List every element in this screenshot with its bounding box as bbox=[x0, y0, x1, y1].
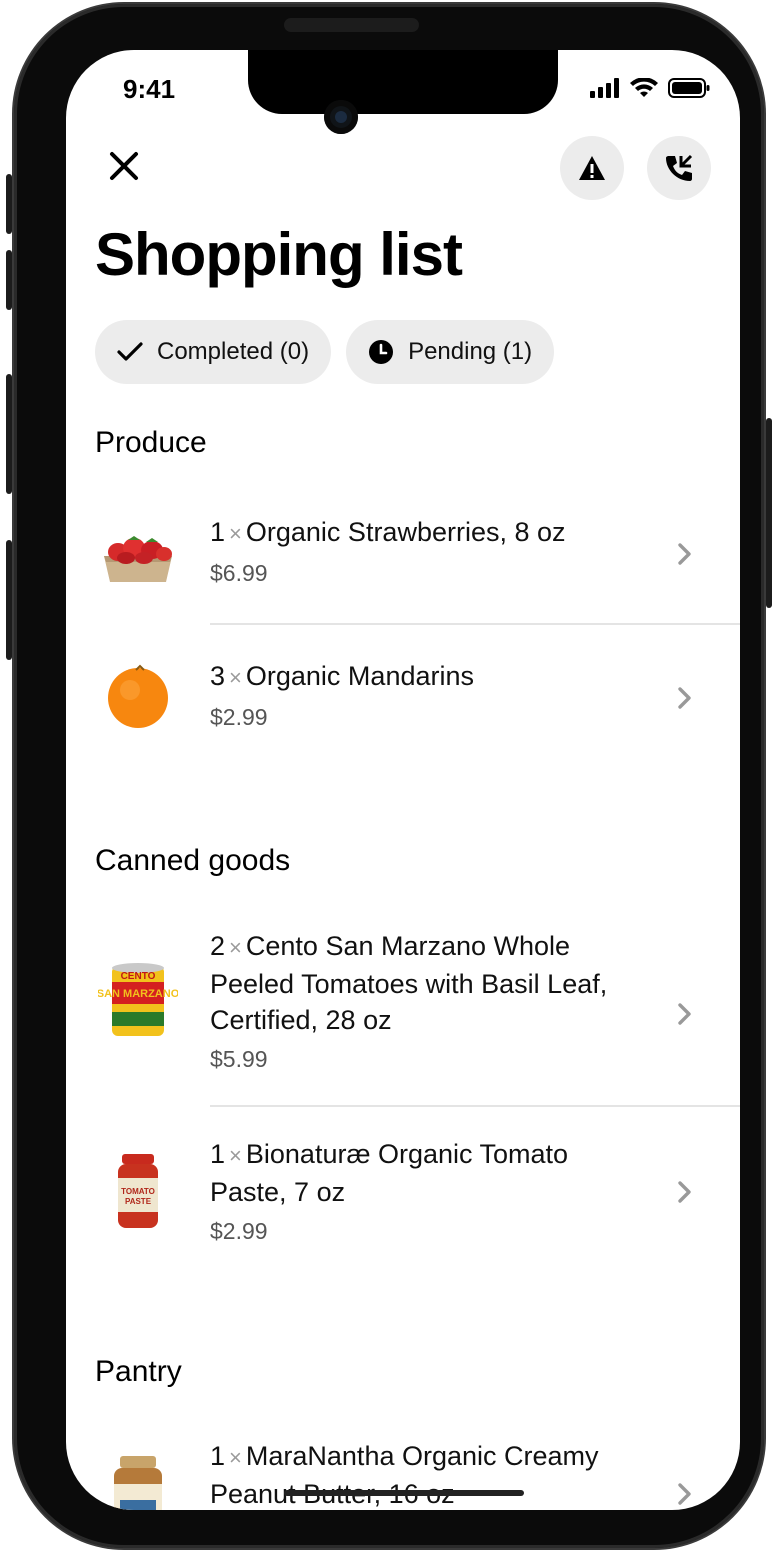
svg-text:CENTO: CENTO bbox=[121, 971, 156, 982]
item-name: Organic Mandarins bbox=[245, 661, 474, 691]
notch bbox=[248, 50, 558, 114]
list-item[interactable]: 1×MaraNantha Organic Creamy Peanut Butte… bbox=[66, 1424, 740, 1510]
quantity-separator: × bbox=[229, 665, 242, 690]
item-quantity: 3 bbox=[210, 661, 226, 691]
item-name: Organic Strawberries, 8 oz bbox=[245, 517, 566, 547]
list-item[interactable]: TOMATO PASTE 1 × Bionaturæ Organic Tomato … bbox=[66, 1122, 740, 1262]
quantity-separator: × bbox=[229, 935, 242, 960]
chevron-right-icon bbox=[678, 1003, 691, 1025]
battery-icon bbox=[668, 78, 710, 98]
phone-frame: 9:41 Shopping list Completed (0) Pending… bbox=[6, 4, 772, 1548]
list-divider bbox=[210, 1105, 740, 1107]
quantity-separator: × bbox=[229, 521, 242, 546]
section-title-pantry: Pantry bbox=[95, 1355, 182, 1388]
item-name: MaraNantha Organic Creamy Peanut Butter,… bbox=[210, 1441, 599, 1509]
home-indicator[interactable] bbox=[284, 1490, 524, 1496]
status-filter-chips: Completed (0) Pending (1) bbox=[95, 320, 555, 384]
strawberries-thumbnail bbox=[104, 536, 172, 582]
completed-filter-chip[interactable]: Completed (0) bbox=[95, 320, 332, 384]
close-icon[interactable] bbox=[106, 148, 142, 184]
section-title-produce: Produce bbox=[95, 426, 207, 459]
call-button[interactable] bbox=[647, 136, 711, 200]
svg-text:SAN MARZANO: SAN MARZANO bbox=[98, 988, 178, 1000]
cellular-signal-icon bbox=[590, 78, 619, 98]
chevron-right-icon bbox=[678, 687, 691, 709]
list-item[interactable]: 3 × Organic Mandarins $2.99 bbox=[66, 640, 740, 768]
item-price: $5.99 bbox=[210, 1046, 268, 1072]
warning-icon bbox=[579, 156, 605, 180]
list-item[interactable]: SAN MARZANO CENTO 2 × Cento San Marzano Wh… bbox=[66, 914, 740, 1104]
item-quantity: 1 bbox=[210, 1441, 226, 1471]
tomato-paste-jar-thumbnail: TOMATO PASTE bbox=[118, 1154, 158, 1228]
checkmark-icon bbox=[117, 342, 143, 361]
item-price: $2.99 bbox=[210, 704, 268, 730]
pending-filter-label: Pending (1) bbox=[408, 338, 533, 365]
item-name: Bionaturæ Organic Tomato Paste, 7 oz bbox=[210, 1139, 569, 1207]
svg-text:PASTE: PASTE bbox=[125, 1197, 152, 1206]
chevron-right-icon bbox=[678, 1181, 691, 1203]
earpiece-speaker bbox=[284, 18, 419, 32]
quantity-separator: × bbox=[229, 1143, 242, 1168]
phone-call-icon bbox=[666, 154, 693, 181]
list-item[interactable]: 1 × Organic Strawberries, 8 oz $6.99 bbox=[66, 496, 740, 624]
list-divider bbox=[210, 623, 740, 625]
item-quantity: 2 bbox=[210, 931, 226, 961]
item-price: $6.99 bbox=[210, 560, 268, 586]
quantity-separator: × bbox=[229, 1445, 242, 1470]
pending-filter-chip[interactable]: Pending (1) bbox=[346, 320, 555, 384]
item-quantity: 1 bbox=[210, 517, 226, 547]
canned-tomatoes-thumbnail: SAN MARZANO CENTO bbox=[98, 963, 178, 1036]
peanut-butter-jar-thumbnail bbox=[114, 1456, 162, 1510]
svg-text:TOMATO: TOMATO bbox=[121, 1187, 155, 1196]
item-quantity: 1 bbox=[210, 1139, 226, 1169]
item-name: Cento San Marzano Whole Peeled Tomatoes … bbox=[210, 931, 608, 1035]
mandarin-thumbnail bbox=[108, 664, 168, 728]
item-price: $2.99 bbox=[210, 1218, 268, 1244]
front-camera bbox=[324, 100, 358, 134]
status-time: 9:41 bbox=[123, 74, 176, 104]
completed-filter-label: Completed (0) bbox=[157, 338, 310, 365]
wifi-icon bbox=[630, 78, 658, 97]
chevron-right-icon bbox=[678, 543, 691, 565]
chevron-right-icon bbox=[678, 1483, 691, 1505]
status-icons bbox=[590, 78, 710, 98]
report-issue-button[interactable] bbox=[560, 136, 624, 200]
section-title-canned-goods: Canned goods bbox=[95, 844, 291, 877]
app-screen: 9:41 Shopping list Completed (0) Pending… bbox=[66, 50, 740, 1510]
clock-icon bbox=[369, 340, 394, 364]
page-title: Shopping list bbox=[95, 221, 463, 288]
